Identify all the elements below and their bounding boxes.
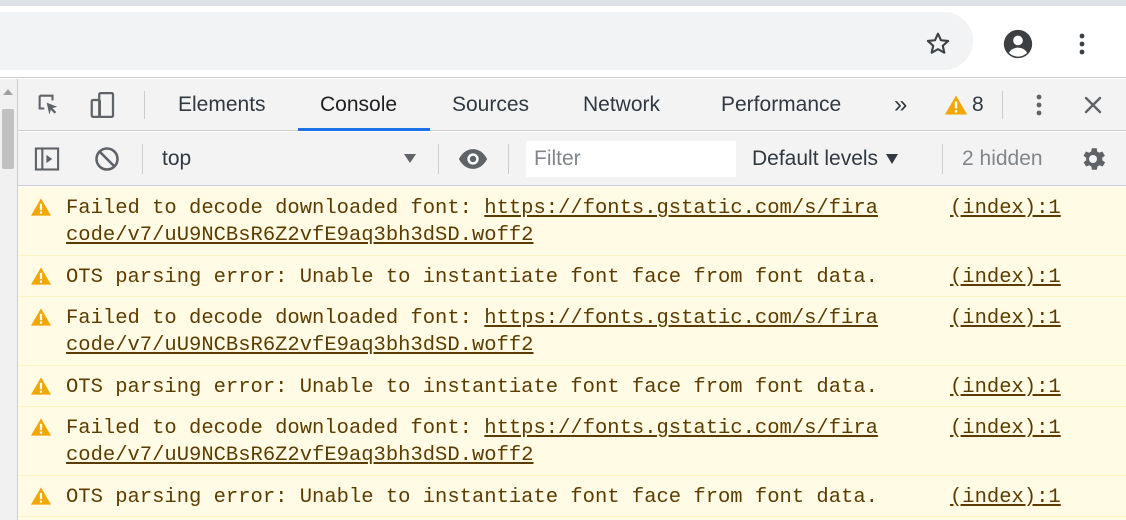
console-warning-row[interactable]: OTS parsing error: Unable to instantiate…	[18, 256, 1126, 297]
warning-count: 8	[972, 93, 984, 116]
warning-icon	[31, 267, 51, 285]
message-url-link[interactable]: https://fonts.gstatic.com/s/fira	[484, 417, 878, 440]
browser-toolbar	[0, 6, 1126, 78]
source-link[interactable]: (index):1	[950, 374, 1061, 401]
gear-icon[interactable]	[1076, 143, 1110, 175]
warning-icon	[31, 487, 51, 505]
more-vert-icon[interactable]	[1022, 89, 1056, 121]
toolbar-separator	[438, 144, 439, 174]
inspect-element-icon[interactable]	[32, 89, 66, 121]
hidden-messages-count: 2 hidden	[962, 147, 1043, 170]
tab-console[interactable]: Console	[310, 79, 407, 131]
context-value: top	[162, 147, 192, 170]
scrollbar-thumb[interactable]	[2, 109, 14, 169]
source-link[interactable]: (index):1	[950, 305, 1061, 332]
device-toolbar-icon[interactable]	[86, 89, 120, 121]
scroll-up-arrow-icon[interactable]	[3, 89, 13, 95]
toolbar-separator	[142, 144, 143, 174]
toolbar-separator	[508, 144, 509, 174]
message-url-continued[interactable]: code/v7/uU9NCBsR6Z2vfE9aq3bh3dSD.woff2	[66, 332, 1126, 359]
console-warning-row[interactable]: Failed to decode downloaded font: https:…	[18, 187, 1126, 256]
source-link[interactable]: (index):1	[950, 415, 1061, 442]
message-url-link[interactable]: https://fonts.gstatic.com/s/fira	[484, 307, 878, 330]
account-circle-icon[interactable]	[1000, 26, 1036, 62]
source-link[interactable]: (index):1	[950, 484, 1061, 511]
toolbar-separator	[942, 144, 943, 174]
log-levels-label: Default levels	[752, 147, 879, 170]
message-text: Failed to decode downloaded font:	[66, 307, 485, 330]
warning-icon	[31, 418, 51, 436]
page-scrollbar[interactable]	[0, 79, 18, 520]
chevron-down-icon	[404, 154, 416, 163]
toolbar-separator	[1002, 91, 1003, 119]
console-warning-row[interactable]: Failed to decode downloaded font: https:…	[18, 407, 1126, 476]
warnings-counter[interactable]: 8	[944, 89, 984, 121]
more-tabs-button[interactable]: »	[884, 79, 917, 131]
warning-icon	[31, 198, 51, 216]
toolbar-separator	[144, 91, 145, 119]
active-tab-indicator	[298, 128, 430, 131]
source-link[interactable]: (index):1	[950, 264, 1061, 291]
address-bar[interactable]	[0, 12, 973, 70]
console-warning-row[interactable]: OTS parsing error: Unable to instantiate…	[18, 366, 1126, 407]
warning-icon	[31, 308, 51, 326]
star-icon[interactable]	[920, 26, 956, 62]
log-levels-dropdown[interactable]: Default levels	[752, 140, 899, 178]
tab-sources[interactable]: Sources	[442, 79, 539, 131]
devtools-panel: Elements Console Sources Network Perform…	[18, 79, 1126, 520]
message-text: Failed to decode downloaded font:	[66, 417, 485, 440]
context-selector[interactable]: top	[156, 140, 428, 178]
console-filter-bar: top Default levels 2 hidden	[18, 132, 1126, 186]
tab-performance[interactable]: Performance	[711, 79, 851, 131]
message-text: Failed to decode downloaded font:	[66, 197, 485, 220]
devtools-tab-bar: Elements Console Sources Network Perform…	[18, 79, 1126, 131]
eye-icon[interactable]	[456, 143, 490, 175]
close-icon[interactable]	[1076, 89, 1110, 121]
tab-network[interactable]: Network	[573, 79, 670, 131]
filter-input[interactable]	[526, 141, 736, 177]
message-url-link[interactable]: https://fonts.gstatic.com/s/fira	[484, 197, 878, 220]
warning-icon	[945, 95, 967, 115]
message-url-continued[interactable]: code/v7/uU9NCBsR6Z2vfE9aq3bh3dSD.woff2	[66, 222, 1126, 249]
tab-elements[interactable]: Elements	[168, 79, 276, 131]
message-url-continued[interactable]: code/v7/uU9NCBsR6Z2vfE9aq3bh3dSD.woff2	[66, 442, 1126, 469]
caret-down-icon	[886, 154, 899, 164]
more-vert-icon[interactable]	[1064, 26, 1100, 62]
clear-console-icon[interactable]	[90, 143, 124, 175]
console-warning-row[interactable]: Failed to decode downloaded font: https:…	[18, 297, 1126, 366]
source-link[interactable]: (index):1	[950, 195, 1061, 222]
warning-icon	[31, 377, 51, 395]
console-messages: Failed to decode downloaded font: https:…	[18, 187, 1126, 520]
sidebar-toggle-icon[interactable]	[30, 143, 64, 175]
console-warning-row[interactable]: OTS parsing error: Unable to instantiate…	[18, 476, 1126, 517]
